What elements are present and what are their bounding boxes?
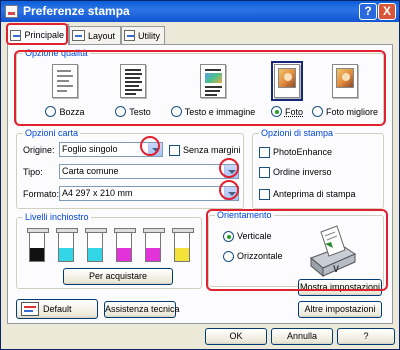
quality-group: Opzione qualità Bozza Testo Testo e imma… xyxy=(16,48,384,125)
photoenhance-option[interactable]: PhotoEnhance xyxy=(259,144,332,160)
source-value: Foglio singolo xyxy=(62,144,118,154)
ink-level-fill xyxy=(175,247,189,261)
portrait-label: Verticale xyxy=(237,231,272,241)
type-value: Carta comune xyxy=(62,166,119,176)
default-settings-icon xyxy=(21,302,39,316)
svg-text:V: V xyxy=(333,264,339,274)
best-photo-radio[interactable] xyxy=(311,106,323,117)
photoenhance-label: PhotoEnhance xyxy=(273,147,333,157)
borderless-label: Senza margini xyxy=(183,145,241,155)
print-preferences-window: Preferenze stampa ? X Principale Layout … xyxy=(0,0,400,350)
size-value: A4 297 x 210 mm xyxy=(62,188,133,198)
photo-radio[interactable] xyxy=(270,106,282,117)
ink-level-fill xyxy=(30,247,44,261)
buy-ink-button[interactable]: Per acquistare xyxy=(63,268,173,285)
layout-tab-icon xyxy=(72,30,85,41)
chevron-down-icon[interactable] xyxy=(148,143,162,156)
default-button[interactable]: Default xyxy=(16,299,98,319)
photo-icon xyxy=(271,61,303,101)
title-bar: Preferenze stampa ? X xyxy=(1,1,399,22)
landscape-label: Orizzontale xyxy=(237,251,283,261)
chevron-down-icon[interactable] xyxy=(224,187,238,200)
tab-principale[interactable]: Principale xyxy=(7,24,69,45)
default-label: Default xyxy=(43,304,72,314)
tab-page-principale: Opzione qualità Bozza Testo Testo e imma… xyxy=(7,44,393,324)
paper-type-select[interactable]: Carta comune xyxy=(59,164,239,179)
ink-cartridge xyxy=(172,228,194,262)
ink-level-fill xyxy=(88,247,102,261)
printer-icon xyxy=(5,5,18,18)
best-photo-icon xyxy=(332,64,358,98)
borderless-option[interactable]: Senza margini xyxy=(169,142,241,158)
ink-level-fill xyxy=(117,247,131,261)
ink-cartridge xyxy=(143,228,165,262)
printer-orientation-icon: V xyxy=(303,224,359,280)
text-image-document-icon xyxy=(200,64,226,98)
ink-cartridge xyxy=(27,228,49,262)
tab-label: Layout xyxy=(88,30,116,41)
quality-option-best-photo[interactable]: Foto migliore xyxy=(307,64,383,122)
tab-label: Principale xyxy=(24,30,64,40)
size-label: Formato: xyxy=(23,189,60,199)
orientation-group: Orientamento Verticale Orizzontale V xyxy=(208,210,384,287)
orientation-label: Orientamento xyxy=(215,210,274,220)
draft-radio[interactable] xyxy=(45,106,57,117)
quality-option-text[interactable]: Testo xyxy=(93,64,173,122)
print-options-group: Opzioni di stampa PhotoEnhance Ordine in… xyxy=(252,128,384,209)
paper-options-group: Opzioni carta Origine: Foglio singolo Se… xyxy=(16,128,244,209)
source-label: Origine: xyxy=(23,145,55,155)
photoenhance-checkbox[interactable] xyxy=(259,146,270,158)
draft-document-icon xyxy=(52,64,78,98)
tab-layout[interactable]: Layout xyxy=(69,26,121,44)
print-preview-label: Anteprima di stampa xyxy=(273,189,356,199)
borderless-checkbox[interactable] xyxy=(169,144,180,156)
cancel-button[interactable]: Annulla xyxy=(271,328,333,345)
window-title: Preferenze stampa xyxy=(23,4,130,18)
landscape-radio[interactable] xyxy=(223,250,234,262)
reverse-order-option[interactable]: Ordine inverso xyxy=(259,164,332,180)
tab-label: Utility xyxy=(138,30,160,41)
landscape-option[interactable]: Orizzontale xyxy=(223,248,283,264)
portrait-option[interactable]: Verticale xyxy=(223,228,272,244)
text-image-radio[interactable] xyxy=(170,106,182,117)
ink-levels-label: Livelli inchiostro xyxy=(23,212,91,222)
print-preview-checkbox[interactable] xyxy=(259,188,270,200)
ink-levels-group: Livelli inchiostro Per acquistare xyxy=(16,212,202,289)
draft-label: Bozza xyxy=(59,106,85,117)
photo-label: Foto xyxy=(284,106,303,117)
ink-level-fill xyxy=(146,247,160,261)
paper-size-select[interactable]: A4 297 x 210 mm xyxy=(59,186,239,201)
ink-cartridge xyxy=(56,228,78,262)
chevron-down-icon[interactable] xyxy=(224,165,238,178)
type-label: Tipo: xyxy=(23,167,43,177)
text-image-label: Testo e immagine xyxy=(184,106,256,117)
text-document-icon xyxy=(120,64,146,98)
reverse-order-label: Ordine inverso xyxy=(273,167,332,177)
text-label: Testo xyxy=(129,106,151,117)
ink-level-fill xyxy=(59,247,73,261)
utility-tab-icon xyxy=(124,30,135,41)
print-options-label: Opzioni di stampa xyxy=(259,128,336,138)
portrait-radio[interactable] xyxy=(223,230,234,242)
quality-group-label: Opzione qualità xyxy=(23,48,90,58)
ink-cartridge xyxy=(85,228,107,262)
other-settings-button[interactable]: Altre impostazioni xyxy=(298,301,382,318)
tab-utility[interactable]: Utility xyxy=(121,26,165,44)
help-title-button[interactable]: ? xyxy=(359,3,377,20)
source-select[interactable]: Foglio singolo xyxy=(59,142,163,157)
paper-options-label: Opzioni carta xyxy=(23,128,81,138)
reverse-order-checkbox[interactable] xyxy=(259,166,270,178)
main-tab-icon xyxy=(10,29,22,41)
ok-button[interactable]: OK xyxy=(205,328,267,345)
text-radio[interactable] xyxy=(115,106,127,117)
ink-cartridge xyxy=(114,228,136,262)
tech-support-button[interactable]: Assistenza tecnica xyxy=(104,301,180,318)
best-photo-label: Foto migliore xyxy=(325,106,379,117)
help-button[interactable]: ? xyxy=(337,328,395,345)
close-button[interactable]: X xyxy=(378,3,396,20)
print-preview-option[interactable]: Anteprima di stampa xyxy=(259,186,356,202)
show-settings-button[interactable]: Mostra impostazioni xyxy=(298,279,382,296)
